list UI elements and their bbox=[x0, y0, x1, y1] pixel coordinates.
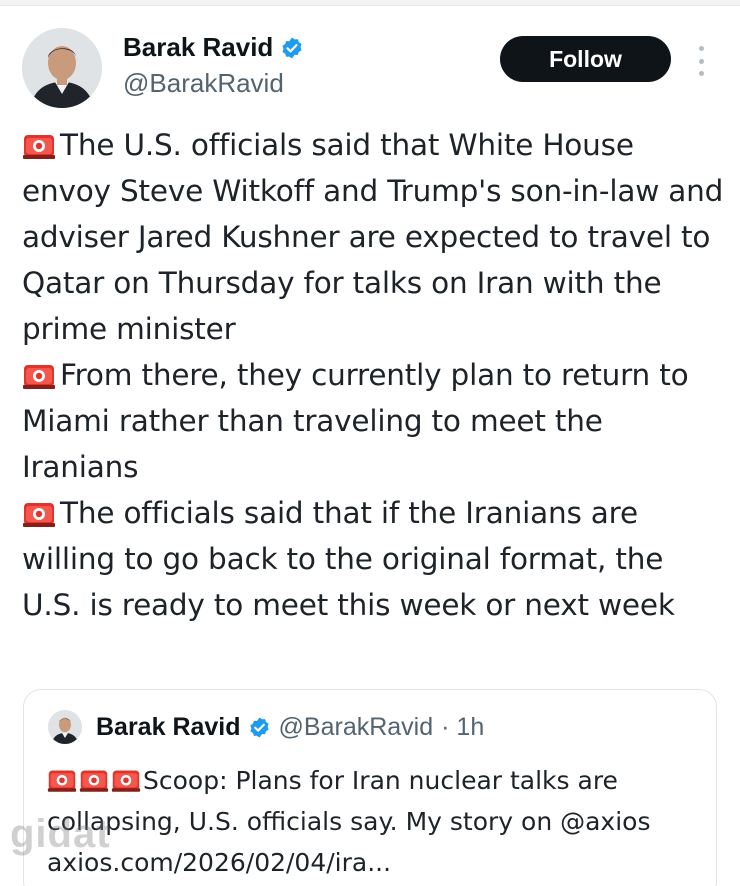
follow-button[interactable]: Follow bbox=[500, 36, 671, 82]
quoted-author-avatar[interactable] bbox=[48, 710, 82, 744]
tweet-paragraph-text: From there, they currently plan to retur… bbox=[22, 358, 689, 484]
author-name-row: Barak Ravid bbox=[123, 32, 304, 63]
quoted-tweet-card[interactable]: Barak Ravid @BarakRavid · 1h Scoop: Plan… bbox=[23, 689, 717, 886]
avatar-photo-icon bbox=[22, 28, 102, 108]
author-handle[interactable]: @BarakRavid bbox=[123, 68, 284, 99]
quoted-tweet-time[interactable]: · 1h bbox=[441, 713, 484, 742]
quoted-author-row: Barak Ravid @BarakRavid · 1h bbox=[96, 713, 484, 742]
tweet-paragraph: The officials said that if the Iranians … bbox=[22, 490, 727, 628]
more-dot bbox=[698, 46, 704, 51]
quoted-tweet-link[interactable]: axios.com/2026/02/04/ira... bbox=[47, 848, 391, 877]
quoted-author-handle[interactable]: @BarakRavid bbox=[279, 713, 434, 742]
more-dot bbox=[698, 71, 704, 76]
tweet-text: The U.S. officials said that White House… bbox=[22, 122, 727, 628]
tweet-paragraph: The U.S. officials said that White House… bbox=[22, 122, 727, 352]
tweet-paragraph: From there, they currently plan to retur… bbox=[22, 352, 727, 490]
police-light-icon bbox=[47, 770, 77, 792]
quoted-tweet-text: Scoop: Plans for Iran nuclear talks are … bbox=[47, 760, 707, 883]
police-light-icon bbox=[111, 770, 141, 792]
police-light-icon bbox=[23, 365, 55, 389]
police-light-icon bbox=[23, 135, 55, 159]
tweet-paragraph-text: The officials said that if the Iranians … bbox=[22, 496, 675, 622]
police-light-icon bbox=[79, 770, 109, 792]
more-options-icon[interactable] bbox=[694, 46, 708, 76]
avatar-photo-icon bbox=[48, 710, 82, 744]
verified-badge-icon bbox=[282, 37, 302, 58]
police-light-icon bbox=[23, 503, 55, 527]
tweet-header: Barak Ravid @BarakRavid Follow bbox=[22, 28, 722, 108]
verified-badge-icon bbox=[249, 717, 269, 738]
more-dot bbox=[698, 58, 704, 64]
quoted-author-name[interactable]: Barak Ravid bbox=[96, 713, 241, 742]
author-avatar[interactable] bbox=[22, 28, 102, 108]
top-divider bbox=[0, 0, 740, 6]
author-name[interactable]: Barak Ravid bbox=[123, 32, 273, 63]
tweet-paragraph-text: The U.S. officials said that White House… bbox=[22, 128, 724, 346]
